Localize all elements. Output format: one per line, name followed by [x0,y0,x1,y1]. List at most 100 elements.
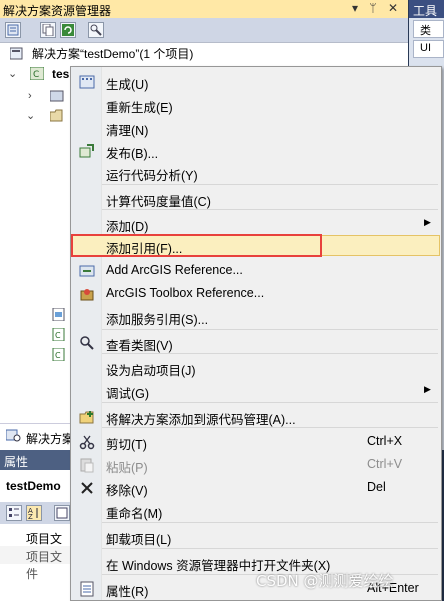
menu-item-label: 将解决方案添加到源代码管理(A)... [106,413,296,427]
properties-icon [80,581,94,597]
toolbox-item-label: UI [420,42,431,54]
alphabetical-button[interactable]: AZ [26,505,42,521]
menu-item[interactable]: 查看类图(V) [72,332,438,353]
properties-folder-icon [50,90,64,102]
project-label: tes [52,67,70,81]
menu-item-label: 卸载项目(L) [106,533,172,547]
menu-item-label: 添加(D) [106,220,149,234]
class-diagram-icon [80,336,94,350]
cut-icon [79,435,95,450]
menu-separator [102,329,438,330]
menu-item[interactable]: 调试(G) ▶ [72,380,438,401]
submenu-arrow-icon: ▶ [424,384,431,394]
collapse-arrow-icon[interactable]: ⌄ [26,106,35,126]
menu-item[interactable]: 运行代码分析(Y) [72,162,438,183]
properties-object-name: testDemo [6,479,61,493]
properties-title: 属性 [4,455,29,469]
menu-item-label: 剪切(T) [106,438,147,452]
menu-item-label: 计算代码度量值(C) [106,195,211,209]
source-control-icon [79,411,94,424]
property-row[interactable]: 项目文件 [0,546,70,581]
alphabetical-sort-icon: AZ [28,507,38,521]
menu-separator [102,548,438,549]
solution-explorer-icon [6,429,21,442]
properties-object-selector[interactable]: testDemo [0,476,70,498]
menu-separator [102,427,438,428]
csharp-file-icon: C [52,348,65,361]
menu-item: 粘贴(P) Ctrl+V [72,454,438,475]
menu-separator [102,353,438,354]
csharp-file-icon: C [52,328,65,341]
menu-item[interactable]: 卸载项目(L) [72,526,438,547]
menu-item[interactable]: 重新生成(E) [72,94,438,115]
menu-item-label: 清理(N) [106,124,149,138]
menu-item-label: 运行代码分析(Y) [106,169,198,183]
menu-item-label: 查看类图(V) [106,339,173,353]
property-pages-button[interactable] [54,505,70,521]
properties-icon [7,24,19,36]
folder-icon [50,109,63,122]
class-diagram-icon [90,24,102,36]
menu-item[interactable]: 设为启动项目(J) [72,357,438,378]
properties-titlebar[interactable]: 属性 [0,450,70,470]
collapse-arrow-icon[interactable]: ⌄ [8,64,17,84]
solution-explorer-titlebar[interactable]: 解决方案资源管理器 ▾ ᛘ ✕ [0,0,408,18]
properties-toolbar-button[interactable] [5,22,21,38]
categorized-button[interactable] [6,505,22,521]
property-name: 项目文件 [26,550,63,581]
menu-separator [102,184,438,185]
menu-item[interactable]: 发布(B)... [72,140,438,161]
menu-item[interactable]: 将解决方案添加到源代码管理(A)... [72,406,438,427]
menu-item-label: 设为启动项目(J) [106,364,196,378]
solution-label: 解决方案“testDemo”(1 个项目) [32,47,194,61]
categorized-icon [9,508,19,517]
refresh-icon [62,24,74,36]
menu-item[interactable]: ArcGIS Toolbox Reference... [72,283,438,304]
svg-text:C: C [55,351,61,360]
menu-item-shortcut: Ctrl+V [367,457,403,471]
menu-item[interactable]: 剪切(T) Ctrl+X [72,431,438,452]
menu-item[interactable]: Add ArcGIS Reference... [72,260,438,281]
refresh-button[interactable] [60,22,76,38]
remove-icon [81,482,93,494]
build-icon [79,75,95,89]
menu-item-label: Add ArcGIS Reference... [106,263,243,277]
menu-item[interactable]: 计算代码度量值(C) [72,188,438,209]
menu-item-label: 重新生成(E) [106,101,173,115]
toolbox-title: 工具 [413,4,438,18]
view-class-diagram-button[interactable] [88,22,104,38]
submenu-arrow-icon: ▶ [424,217,431,227]
menu-item-shortcut: Del [367,480,386,494]
svg-text:C: C [33,70,39,80]
toolbox-titlebar[interactable]: 工具 [409,0,444,18]
menu-item[interactable]: 移除(V) Del [72,477,438,498]
file-icon [52,308,65,321]
solution-explorer-toolbar [0,18,408,43]
menu-item-label: 重命名(M) [106,507,163,521]
menu-item-shortcut: Ctrl+X [367,434,403,448]
panel-window-buttons[interactable]: ▾ ᛘ ✕ [352,1,402,15]
menu-item[interactable]: 生成(U) [72,71,438,92]
menu-separator [102,402,438,403]
show-all-files-icon [42,24,54,36]
menu-separator [102,522,438,523]
toolbox-item-label: 类 [420,25,431,37]
toolbox-item[interactable]: 类 [413,20,444,38]
svg-text:C: C [55,331,61,340]
menu-item[interactable]: 添加(D) ▶ [72,213,438,234]
menu-item[interactable]: 重命名(M) [72,500,438,521]
watermark: CSDN @测测爱绘绘 [256,572,394,590]
property-row[interactable]: 项目文件 [0,528,70,563]
expand-arrow-icon[interactable]: › [28,86,32,106]
annotation-highlight-box [71,234,322,257]
solution-explorer-title: 解决方案资源管理器 [3,4,112,18]
publish-icon [79,144,94,158]
menu-item-label: 添加服务引用(S)... [106,313,209,327]
menu-item[interactable]: 清理(N) [72,117,438,138]
menu-item[interactable]: 添加服务引用(S)... [72,306,438,327]
menu-item-label: 生成(U) [106,78,149,92]
solution-explorer-tab-label: 解决方案 [26,432,75,446]
toolbox-item[interactable]: UI [413,40,444,58]
menu-separator [102,209,438,210]
show-all-files-button[interactable] [40,22,56,38]
